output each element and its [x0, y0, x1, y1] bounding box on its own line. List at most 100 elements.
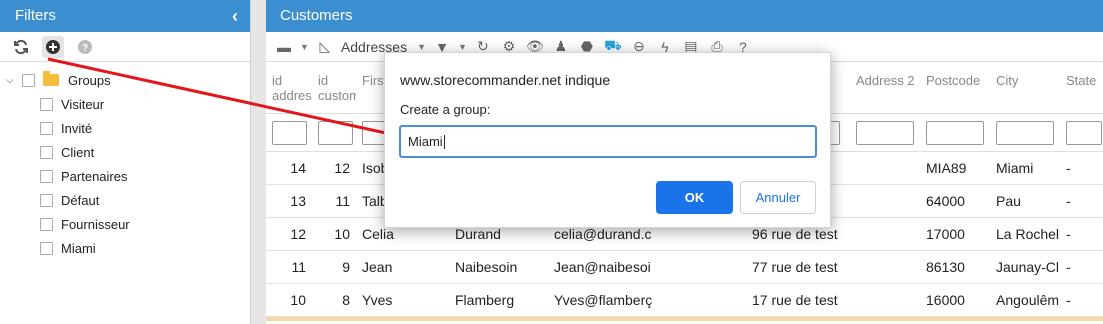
tree-item[interactable]: Visiteur	[0, 92, 250, 116]
checkbox[interactable]	[40, 97, 53, 111]
tree-root-groups[interactable]: ⌵ Groups	[0, 68, 250, 92]
table-cell[interactable]: -	[1060, 259, 1103, 275]
table-cell[interactable]: Yves@flamberç	[548, 292, 746, 308]
prompt-dialog: www.storecommander.net indique Create a …	[384, 52, 831, 228]
svg-text:?: ?	[82, 43, 88, 54]
tree-item-label: Défaut	[61, 192, 100, 208]
table-cell[interactable]: Angoulêm	[990, 292, 1060, 308]
ruler-icon[interactable]: ◺	[315, 38, 335, 55]
table-cell[interactable]: Celia	[356, 226, 449, 242]
table-cell[interactable]: 64000	[920, 193, 990, 209]
filters-panel: Filters ‹ ? ⌵ Groups Visiteur Invité Cli	[0, 0, 251, 324]
checkbox[interactable]	[40, 241, 53, 255]
tree-item[interactable]: Invité	[0, 116, 250, 140]
table-cell[interactable]: 10	[266, 292, 312, 308]
customers-title: Customers	[280, 7, 353, 24]
filter-input[interactable]	[272, 120, 307, 145]
table-cell[interactable]: 12	[312, 160, 356, 176]
checkbox[interactable]	[40, 169, 53, 183]
filter-input[interactable]	[318, 120, 353, 145]
table-cell[interactable]: 13	[266, 193, 312, 209]
tree-item[interactable]: Défaut	[0, 188, 250, 212]
tree-item-label: Fournisseur	[61, 216, 130, 232]
filters-toolbar: ?	[0, 32, 250, 62]
table-cell[interactable]: 17000	[920, 226, 990, 242]
filters-title: Filters	[15, 7, 56, 24]
tree-item-label: Visiteur	[61, 96, 105, 112]
chevron-down-icon[interactable]: ⌵	[6, 75, 18, 86]
tree-item[interactable]: Fournisseur	[0, 212, 250, 236]
caret-down-icon[interactable]: ▼	[458, 42, 467, 52]
filter-input[interactable]	[996, 120, 1054, 145]
tree-item[interactable]: Miami	[0, 236, 250, 260]
table-cell[interactable]: -	[1060, 160, 1103, 176]
group-name-input[interactable]: Miami	[399, 125, 817, 158]
ok-button[interactable]: OK	[656, 181, 733, 214]
checkbox[interactable]	[40, 145, 53, 159]
cancel-button[interactable]: Annuler	[740, 181, 816, 214]
table-cell[interactable]: Flamberg	[449, 292, 548, 308]
checkbox[interactable]	[22, 73, 35, 87]
table-cell[interactable]: Yves	[356, 292, 449, 308]
tree-item[interactable]: Partenaires	[0, 164, 250, 188]
filters-header: Filters ‹	[0, 0, 250, 32]
caret-down-icon[interactable]: ▼	[300, 42, 309, 52]
collapse-left-icon[interactable]: ‹	[232, 0, 238, 32]
column-header[interactable]: id addres	[266, 62, 312, 113]
table-cell[interactable]: 11	[266, 259, 312, 275]
table-cell[interactable]: Miami	[990, 160, 1060, 176]
column-header[interactable]: Address 2	[850, 62, 920, 113]
table-row[interactable]: 11 9 Jean Naibesoin Jean@naibesoi 77 rue de t…	[266, 251, 1103, 284]
table-cell[interactable]: -	[1060, 226, 1103, 242]
column-header[interactable]: id custom	[312, 62, 356, 113]
help-icon[interactable]: ?	[74, 36, 96, 58]
table-cell[interactable]: 86130	[920, 259, 990, 275]
table-cell[interactable]: Jean	[356, 259, 449, 275]
table-cell[interactable]: 12	[266, 226, 312, 242]
column-header[interactable]: Postcode	[920, 62, 990, 113]
table-cell[interactable]: celia@durand.c	[548, 226, 746, 242]
filter-input[interactable]	[1066, 120, 1102, 145]
tree-item-label: Miami	[61, 240, 96, 256]
tree-root-label: Groups	[68, 72, 111, 88]
table-cell[interactable]: 14	[266, 160, 312, 176]
table-cell[interactable]: 10	[312, 226, 356, 242]
filter-input[interactable]	[856, 120, 914, 145]
table-cell[interactable]: 9	[312, 259, 356, 275]
folder-icon	[43, 71, 59, 86]
table-row[interactable]: 10 8 Yves Flamberg Yves@flamberç 17 rue de te…	[266, 284, 1103, 317]
filter-input[interactable]	[926, 120, 984, 145]
table-cell[interactable]: Jean@naibesoi	[548, 259, 746, 275]
table-cell[interactable]: Naibesoin	[449, 259, 548, 275]
table-cell[interactable]: 16000	[920, 292, 990, 308]
table-cell[interactable]: 11	[312, 193, 356, 209]
column-header[interactable]: State	[1060, 62, 1103, 113]
tree-item-label: Partenaires	[61, 168, 128, 184]
dialog-message: Create a group:	[400, 102, 491, 117]
table-cell[interactable]: 77 rue de test	[746, 259, 850, 275]
refresh-icon[interactable]	[10, 36, 32, 58]
column-header[interactable]: City	[990, 62, 1060, 113]
table-cell[interactable]: Pau	[990, 193, 1060, 209]
table-cell[interactable]: MIA89	[920, 160, 990, 176]
checkbox[interactable]	[40, 217, 53, 231]
dialog-origin: www.storecommander.net indique	[400, 72, 611, 88]
table-cell[interactable]: 8	[312, 292, 356, 308]
table-cell[interactable]: Durand	[449, 226, 548, 242]
table-cell[interactable]: -	[1060, 193, 1103, 209]
checkbox[interactable]	[40, 193, 53, 207]
add-group-icon[interactable]	[42, 35, 64, 58]
selected-row-indicator	[266, 317, 1103, 321]
checkbox[interactable]	[40, 121, 53, 135]
grid-view-icon[interactable]: ▬	[274, 39, 294, 55]
table-cell[interactable]: -	[1060, 292, 1103, 308]
table-cell[interactable]: Jaunay-Cl	[990, 259, 1060, 275]
table-cell[interactable]: La Rochell	[990, 226, 1060, 242]
group-name-value: Miami	[408, 134, 443, 149]
groups-tree: ⌵ Groups Visiteur Invité Client Partenai…	[0, 62, 250, 260]
caret-down-icon[interactable]: ▼	[417, 42, 426, 52]
tree-item[interactable]: Client	[0, 140, 250, 164]
app-root: Filters ‹ ? ⌵ Groups Visiteur Invité Cli	[0, 0, 1103, 324]
table-cell[interactable]: 17 rue de test	[746, 292, 850, 308]
table-cell[interactable]: 96 rue de test	[746, 226, 850, 242]
